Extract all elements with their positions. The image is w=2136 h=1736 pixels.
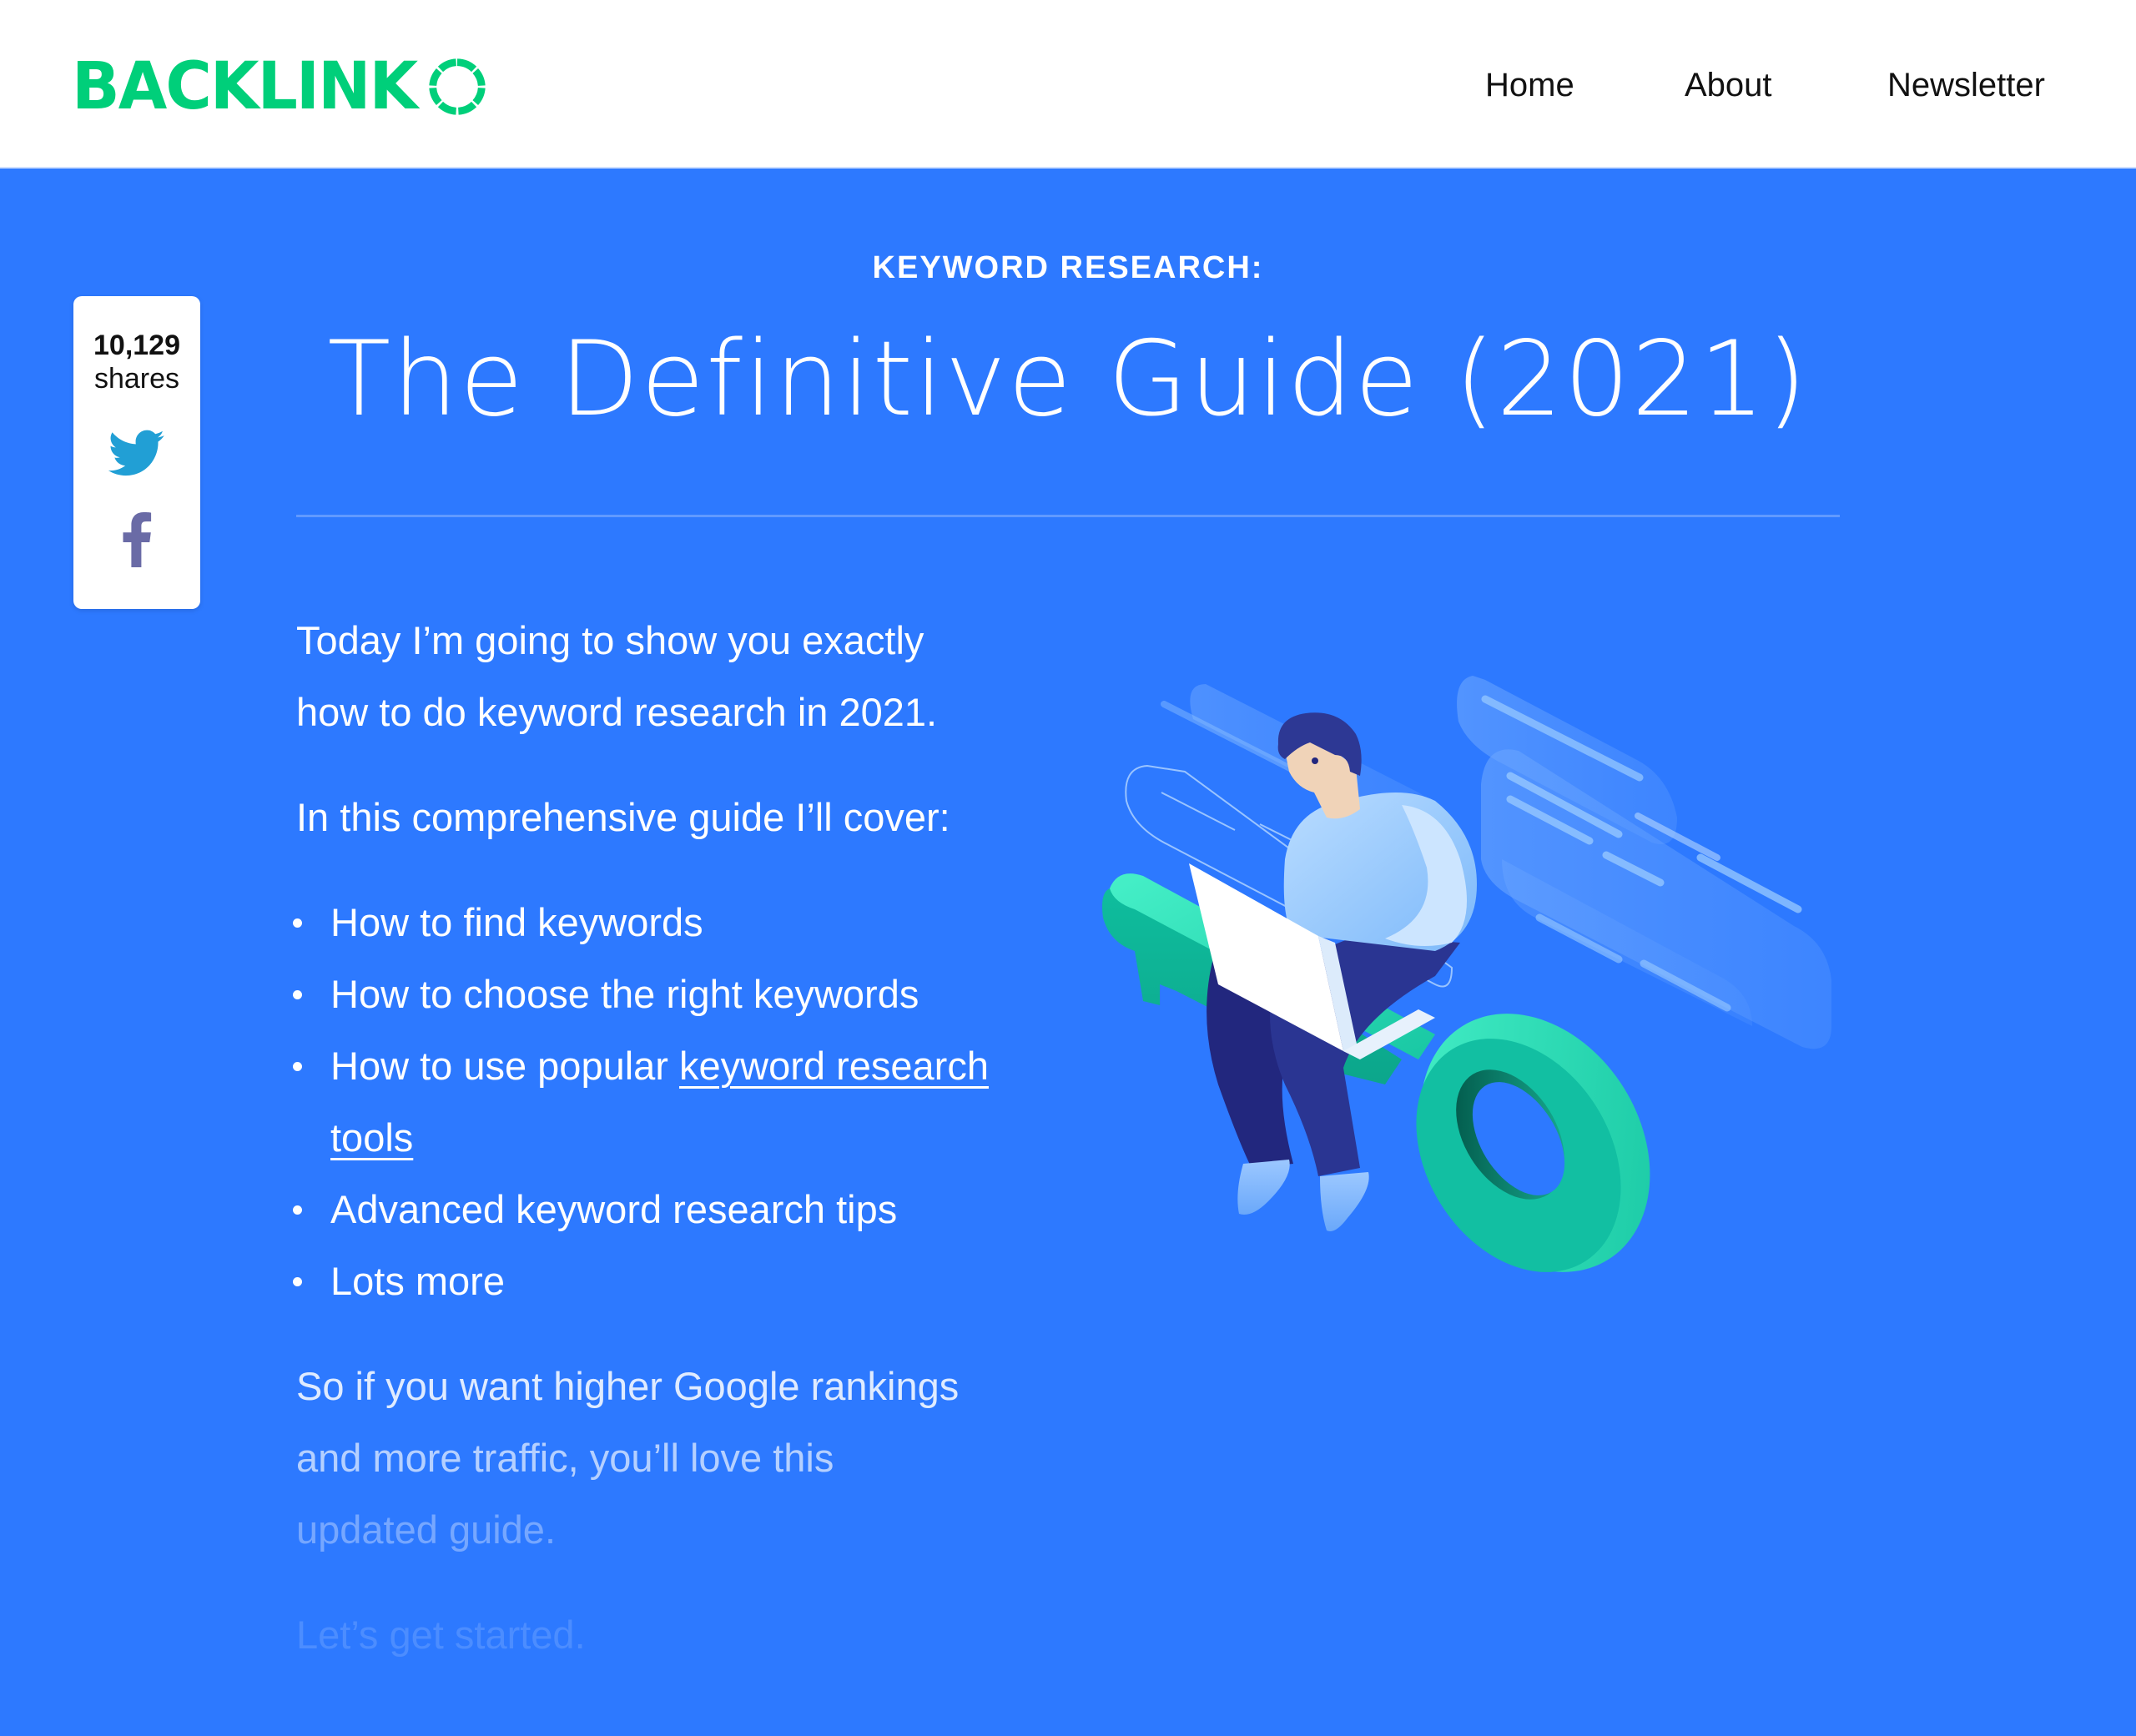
closing-line-2: and more traffic, you’ll love this [296,1436,834,1480]
bubble-line [1161,792,1236,831]
list-item: How to find keywords [293,887,1047,959]
topics-list: How to find keywords How to choose the r… [293,887,1047,1317]
list-item: Lots more [293,1245,1047,1317]
nav-newsletter[interactable]: Newsletter [1887,60,2045,110]
nav-about[interactable]: About [1685,60,1772,110]
list-item: How to choose the right keywords [293,959,1047,1030]
page-title: The Definitive Guide (2021) [327,320,1809,440]
list-item: Advanced keyword research tips [293,1174,1047,1245]
list-item-text: How to choose the right keywords [330,972,919,1016]
cover-intro: In this comprehensive guide I’ll cover: [296,795,950,839]
start-paragraph: Let’s get started. [296,1613,586,1657]
list-item-text: How to use popular [330,1044,680,1088]
closing-line-1: So if you want higher Google rankings [296,1364,960,1408]
backlinko-logo[interactable]: BACKLINK [72,49,486,124]
person-left-sock [1237,1160,1290,1215]
intro-paragraph: Today I’m going to show you exactly how … [296,605,1047,748]
list-item: How to use popular keyword research tool… [293,1030,1047,1174]
logo-text: BACKLINK [72,49,418,124]
closing-line-3: updated guide. [296,1507,557,1552]
list-item-text: Advanced keyword research tips [330,1187,898,1231]
intro-line-2: how to do keyword research in 2021. [296,690,938,734]
person-eye [1312,757,1318,764]
nav-home[interactable]: Home [1485,60,1574,110]
category-label: KEYWORD RESEARCH: [872,250,1264,285]
closing-paragraph: So if you want higher Google rankings an… [296,1351,1047,1566]
list-item-text: How to find keywords [330,900,703,944]
intro-line-1: Today I’m going to show you exactly [296,618,924,662]
hero-illustration [1102,676,1831,1272]
intro-content: Today I’m going to show you exactly how … [293,605,1047,1704]
list-item-text: Lots more [330,1259,505,1303]
person-right-sock [1320,1172,1369,1231]
site-header: BACKLINK Home About Newsletter [0,0,2136,169]
title-divider [296,515,1840,517]
ring-o-icon [429,58,486,115]
facebook-icon[interactable] [122,511,152,568]
